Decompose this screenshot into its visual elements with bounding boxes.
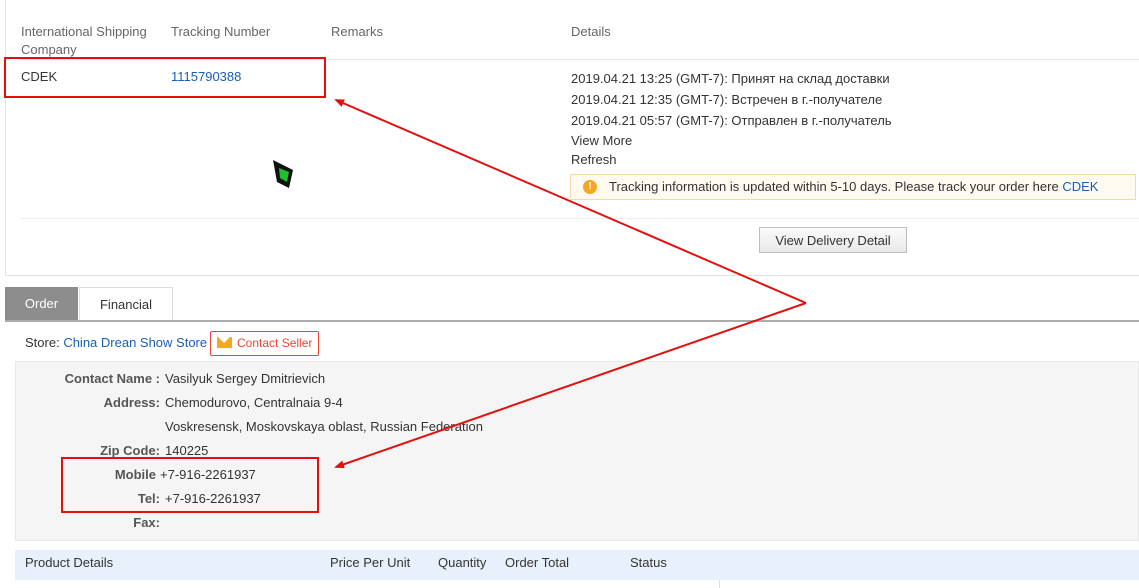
annotation-arrows (334, 99, 807, 469)
annotation-arrow-to-phone (334, 302, 807, 469)
annotation-arrow-to-tracking (334, 99, 807, 304)
